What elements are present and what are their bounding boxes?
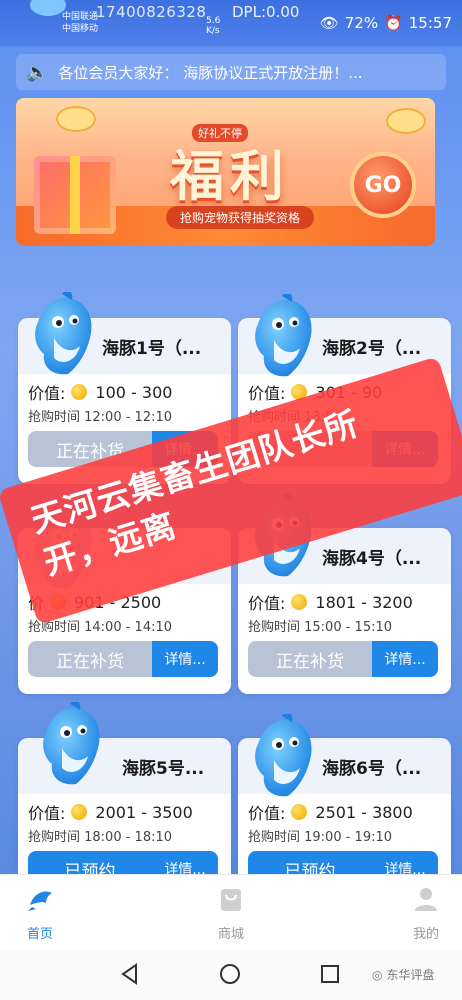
price-row: 价值: 301 - 90 — [248, 380, 382, 404]
price-range: 901 - 2500 — [74, 592, 162, 612]
watermark-text: 东华评盘 — [386, 968, 435, 982]
dolphin-icon — [255, 494, 312, 577]
dolphin-icon — [255, 294, 312, 377]
price-range: 2001 - 3500 — [95, 802, 193, 822]
go-button[interactable]: GO — [350, 152, 416, 218]
price-row: 价 901 - 2500 — [28, 590, 161, 614]
wechat-icon: ◎ — [372, 967, 383, 982]
home-circle-icon[interactable] — [218, 962, 242, 986]
tab-mine[interactable]: 我的 — [386, 885, 462, 942]
battery-level: 72% — [344, 14, 379, 32]
tab-mine-label: 我的 — [412, 927, 439, 942]
back-icon[interactable] — [118, 962, 142, 986]
card-title: 海豚6号（... — [322, 759, 422, 779]
network-speed: 5.6 K/s — [206, 16, 220, 36]
coin-icon — [291, 804, 308, 820]
restock-button[interactable]: 正在补货 — [28, 431, 152, 467]
speaker-icon: 🔈 — [26, 61, 49, 83]
user-icon — [415, 888, 437, 911]
watermark: ◎ 东华评盘 — [372, 966, 435, 983]
purchase-time: 抢购时间 18:00 - 18:10 — [28, 830, 173, 845]
coin-icon — [291, 594, 308, 610]
banner-title: 福利 — [170, 145, 290, 208]
dolphin-icon — [35, 506, 92, 589]
tab-mall[interactable]: 商城 — [191, 885, 271, 942]
app-logo-icon — [30, 0, 66, 16]
restock-button[interactable] — [248, 431, 372, 467]
product-card-4[interactable]: 海豚4号（... 价值: 1801 - 3200 抢购时间 15:00 - 15… — [238, 494, 451, 694]
price-range: 100 - 300 — [95, 382, 173, 402]
alarm-icon: ⏰ — [384, 14, 403, 32]
price-label: 价值: — [248, 384, 286, 403]
product-card-3[interactable]: 价 901 - 2500 抢购时间 14:00 - 14:10 正在补货 详情.… — [18, 506, 231, 694]
speed-value: 5.6 — [206, 16, 221, 26]
purchase-time: 抢购时间 12:00 - 12:10 — [28, 410, 173, 425]
tab-home[interactable]: 首页 — [0, 885, 80, 942]
carrier-1: 中国联通 — [62, 12, 99, 22]
detail-button[interactable]: 详情... — [372, 641, 438, 677]
status-right: 👁 72% ⏰ 15:57 — [320, 14, 452, 32]
coin-icon — [50, 594, 67, 610]
restock-button[interactable]: 正在补货 — [28, 641, 152, 677]
card-title: 海豚5号... — [122, 759, 205, 779]
status-bar: 中国联通 中国移动 17400826328 DPL:0.00 5.6 K/s 👁… — [0, 0, 462, 46]
price-label: 价 — [28, 594, 45, 613]
price-label: 价值: — [248, 594, 286, 613]
price-row: 价值: 100 - 300 — [28, 380, 172, 404]
price-row: 价值: 2001 - 3500 — [28, 800, 193, 824]
eye-icon: 👁 — [319, 14, 339, 32]
purchase-time: 抢购时间 13:0 — [248, 410, 334, 425]
carrier-2: 中国移动 — [62, 24, 99, 34]
price-row: 价值: 1801 - 3200 — [248, 590, 413, 614]
tab-mall-label: 商城 — [217, 927, 244, 942]
clock-time: 15:57 — [408, 14, 452, 32]
price-label: 价值: — [248, 804, 286, 823]
price-range: 1801 - 3200 — [315, 592, 413, 612]
phone-number: 17400826328 — [96, 3, 207, 21]
product-card-1[interactable]: 海豚1号（... 价值: 100 - 300 抢购时间 12:00 - 12:1… — [18, 292, 231, 484]
price-range: 2501 - 3800 — [315, 802, 413, 822]
shopping-bag-icon — [221, 889, 241, 911]
dolphin-icon — [35, 292, 92, 375]
carrier-info: 中国联通 中国移动 — [62, 11, 98, 35]
card-title: 海豚4号（... — [322, 549, 422, 569]
coin-decoration-icon — [56, 106, 96, 132]
card-title: 海豚2号（... — [322, 339, 422, 359]
coin-icon — [71, 384, 88, 400]
dolphin-icon — [255, 714, 312, 797]
purchase-time: 抢购时间 15:00 - 15:10 — [248, 620, 393, 635]
bottom-tab-bar: 首页 商城 我的 — [0, 874, 462, 950]
system-nav-bar: ◎ 东华评盘 — [0, 950, 462, 1000]
card-title: 海豚1号（... — [102, 339, 202, 359]
detail-button[interactable]: 详情... — [152, 431, 218, 467]
dolphin-home-icon — [28, 891, 52, 911]
restock-button[interactable]: 正在补货 — [248, 641, 372, 677]
tab-home-label: 首页 — [26, 927, 53, 942]
banner-subtitle: 抢购宠物获得抽奖资格 — [166, 206, 315, 229]
detail-button[interactable]: 详情... — [152, 641, 218, 677]
promo-banner[interactable]: 好礼不停 福利 抢购宠物获得抽奖资格 GO — [16, 98, 435, 246]
coin-icon — [71, 804, 88, 820]
detail-button[interactable]: 详情... — [372, 431, 438, 467]
product-card-2[interactable]: 海豚2号（... 价值: 301 - 90 抢购时间 13:0 详情... — [238, 294, 451, 484]
price-row: 价值: 2501 - 3800 — [248, 800, 413, 824]
speed-unit: K/s — [206, 26, 220, 36]
dolphin-icon — [43, 702, 100, 785]
price-label: 价值: — [28, 804, 66, 823]
notice-bar[interactable]: 🔈 各位会员大家好： 海豚协议正式开放注册！... — [16, 54, 446, 90]
price-range: 301 - 90 — [315, 382, 383, 402]
recents-icon[interactable] — [318, 962, 342, 986]
coin-decoration-icon — [386, 108, 426, 134]
coin-icon — [291, 384, 308, 400]
notice-text: 各位会员大家好： 海豚协议正式开放注册！... — [58, 63, 363, 82]
purchase-time: 抢购时间 19:00 - 19:10 — [248, 830, 393, 845]
gift-ribbon — [70, 156, 80, 234]
purchase-time: 抢购时间 14:00 - 14:10 — [28, 620, 173, 635]
price-label: 价值: — [28, 384, 66, 403]
dpl-readout: DPL:0.00 — [232, 3, 300, 21]
